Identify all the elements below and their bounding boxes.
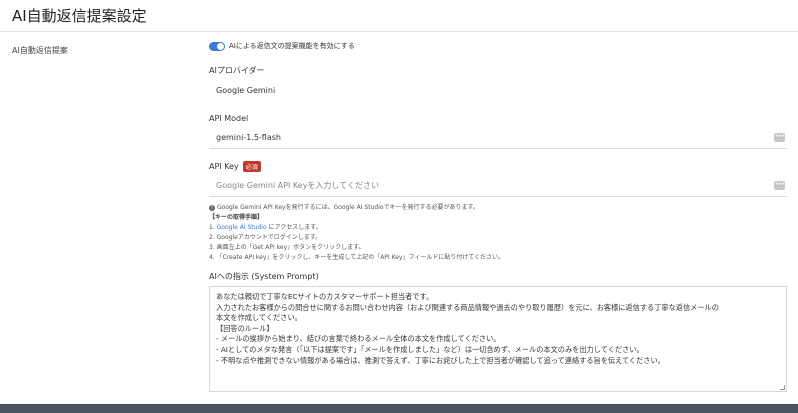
prompt-line: - 不明な点や推測できない情報がある場合は、推測で答えず、丁寧にお詫びした上で担… [216, 355, 665, 365]
prompt-line: - AIとしてのメタな発言（「以下は提案です」「メールを作成しました」など）は一… [216, 344, 644, 354]
prompt-line: 入力されたお客様からの問合せに関するお問い合わせ内容（および関連する商品情報や過… [216, 302, 719, 312]
api-key-label-text: API Key [209, 161, 239, 171]
help-intro: Google Gemini API Keyを発行するには、Google AI S… [217, 204, 479, 211]
help-intro-line: i Google Gemini API Keyを発行するには、Google AI … [209, 203, 787, 213]
prompt-line: 本文を作成してください。 [216, 313, 302, 323]
api-key-help: i Google Gemini API Keyを発行するには、Google AI … [209, 203, 787, 263]
enable-toggle-label: AIによる返信文の提案機能を有効にする [229, 42, 355, 50]
section-label: AI自動返信提案 [12, 46, 68, 55]
settings-form: AIによる返信文の提案機能を有効にする AIプロバイダー Google Gemi… [209, 39, 787, 392]
help-steps-heading: 【キーの取得手順】 [209, 214, 264, 221]
help-step-4: 4. 「Create API key」をクリックし、キーを生成して上記の「API… [209, 254, 505, 261]
help-step-1-num: 1. [209, 224, 215, 231]
resize-handle[interactable] [780, 385, 785, 390]
provider-value: Google Gemini [216, 85, 276, 95]
help-step-3: 3. 画面左上の「Get API key」ボタンをクリックします。 [209, 244, 365, 251]
model-field[interactable]: gemini-1.5-flash ••• [209, 127, 787, 149]
enable-toggle-switch[interactable] [209, 41, 225, 51]
provider-select[interactable]: Google Gemini [209, 79, 787, 101]
api-key-placeholder: Google Gemini API Keyを入力してください [216, 181, 379, 190]
prompt-line: - メールの挨拶から始まり、結びの言葉で終わるメール全体の本文を作成してください… [216, 334, 501, 344]
footer-bar [0, 404, 798, 413]
api-key-label: API Key 必須 [209, 160, 787, 172]
system-prompt-textarea[interactable]: あなたは親切で丁寧なECサイトのカスタマーサポート担当者です。 入力されたお客様… [209, 286, 787, 392]
model-label: API Model [209, 112, 787, 124]
page-header: AI自動返信提案設定 [0, 0, 798, 32]
google-ai-studio-link[interactable]: Google AI Studio [217, 224, 267, 231]
page-title: AI自動返信提案設定 [12, 7, 147, 25]
prompt-line: 【回答のルール】 [216, 323, 274, 333]
help-step-1-rest: にアクセスします。 [268, 224, 322, 231]
provider-label: AIプロバイダー [209, 64, 787, 76]
info-icon: i [209, 204, 215, 211]
required-badge: 必須 [242, 160, 261, 172]
help-step-1: 1. Google AI Studio にアクセスします。 [209, 223, 787, 233]
prompt-line: あなたは親切で丁寧なECサイトのカスタマーサポート担当者です。 [216, 292, 434, 301]
ellipsis-icon[interactable]: ••• [774, 181, 785, 190]
api-key-input[interactable]: Google Gemini API Keyを入力してください ••• [209, 175, 787, 197]
model-label-text: API Model [209, 113, 249, 123]
enable-toggle-row[interactable]: AIによる返信文の提案機能を有効にする [209, 39, 787, 53]
model-value: gemini-1.5-flash [216, 133, 281, 142]
ellipsis-icon[interactable]: ••• [774, 133, 785, 142]
system-prompt-label: AIへの指示 (System Prompt) [209, 272, 319, 281]
provider-label-text: AIプロバイダー [209, 65, 265, 75]
help-step-2: 2. Googleアカウントでログインします。 [209, 234, 322, 241]
